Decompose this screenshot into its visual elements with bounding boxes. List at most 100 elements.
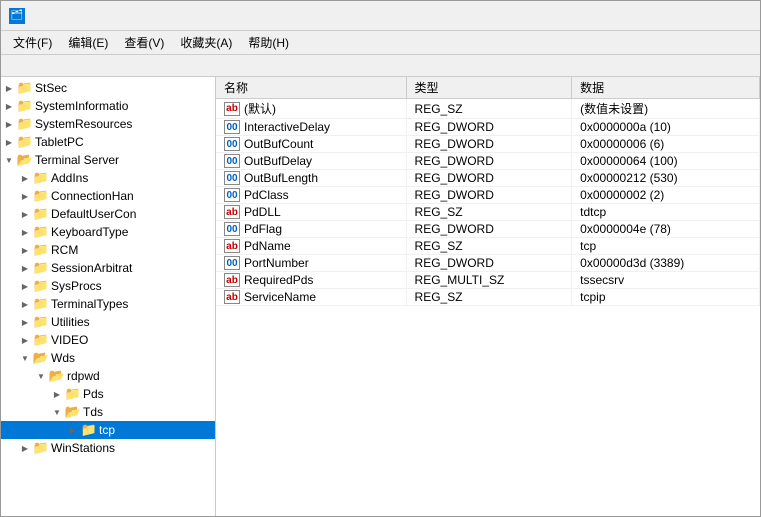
tree-toggle-wds[interactable]: ▼ <box>17 350 33 366</box>
tree-item-stsec[interactable]: ▶📁StSec <box>1 79 215 97</box>
tree-item-terminaltypes[interactable]: ▶📁TerminalTypes <box>1 295 215 313</box>
tree-label-winstations: WinStations <box>51 441 115 455</box>
tree-toggle-keyboardtype[interactable]: ▶ <box>17 224 33 240</box>
tree-item-sysprocs[interactable]: ▶📁SysProcs <box>1 277 215 295</box>
tree-item-tabletpc[interactable]: ▶📁TabletPC <box>1 133 215 151</box>
tree-item-utilities[interactable]: ▶📁Utilities <box>1 313 215 331</box>
table-row[interactable]: 00OutBufLengthREG_DWORD0x00000212 (530) <box>216 170 760 187</box>
reg-name-cell: 00OutBufDelay <box>216 153 406 170</box>
tree-toggle-utilities[interactable]: ▶ <box>17 314 33 330</box>
tree-toggle-rcm[interactable]: ▶ <box>17 242 33 258</box>
tree-item-termserver[interactable]: ▼📂Terminal Server <box>1 151 215 169</box>
tree-toggle-connhan[interactable]: ▶ <box>17 188 33 204</box>
table-row[interactable]: abPdDLLREG_SZtdtcp <box>216 204 760 221</box>
tree-item-wds[interactable]: ▼📂Wds <box>1 349 215 367</box>
ab-icon: ab <box>224 205 240 219</box>
folder-icon-rcm: 📁 <box>33 243 49 257</box>
menu-item-e[interactable]: 编辑(E) <box>60 32 116 54</box>
tree-item-tcp[interactable]: ▶📁tcp <box>1 421 215 439</box>
tree-item-sessionarb[interactable]: ▶📁SessionArbitrat <box>1 259 215 277</box>
col-header-data[interactable]: 数据 <box>572 77 760 99</box>
tree-item-winstations[interactable]: ▶📁WinStations <box>1 439 215 457</box>
tree-item-tds[interactable]: ▼📂Tds <box>1 403 215 421</box>
tree-item-keyboardtype[interactable]: ▶📁KeyboardType <box>1 223 215 241</box>
tree-toggle-addins[interactable]: ▶ <box>17 170 33 186</box>
tree-toggle-rdpwd[interactable]: ▼ <box>33 368 49 384</box>
tree-label-stsec: StSec <box>35 81 67 95</box>
minimize-button[interactable] <box>614 1 660 31</box>
tree-toggle-systeminfo[interactable]: ▶ <box>1 98 17 114</box>
window-controls <box>614 1 752 31</box>
ab-icon: ab <box>224 290 240 304</box>
table-row[interactable]: 00OutBufDelayREG_DWORD0x00000064 (100) <box>216 153 760 170</box>
registry-values-panel[interactable]: 名称 类型 数据 ab(默认)REG_SZ(数值未设置)00Interactiv… <box>216 77 760 516</box>
menu-item-h[interactable]: 帮助(H) <box>240 32 297 54</box>
registry-table: 名称 类型 数据 ab(默认)REG_SZ(数值未设置)00Interactiv… <box>216 77 760 306</box>
maximize-button[interactable] <box>660 1 706 31</box>
table-row[interactable]: abRequiredPdsREG_MULTI_SZtssecsrv <box>216 272 760 289</box>
table-row[interactable]: 00PortNumberREG_DWORD0x00000d3d (3389) <box>216 255 760 272</box>
tree-toggle-terminaltypes[interactable]: ▶ <box>17 296 33 312</box>
table-row[interactable]: abServiceNameREG_SZtcpip <box>216 289 760 306</box>
folder-icon-terminaltypes: 📁 <box>33 297 49 311</box>
registry-tree[interactable]: ▶📁StSec▶📁SystemInformatio▶📁SystemResourc… <box>1 77 216 516</box>
tree-label-sysres: SystemResources <box>35 117 132 131</box>
reg-type-cell: REG_SZ <box>406 204 572 221</box>
folder-icon-keyboardtype: 📁 <box>33 225 49 239</box>
reg-name: OutBufDelay <box>244 154 312 168</box>
tree-item-defaultuser[interactable]: ▶📁DefaultUserCon <box>1 205 215 223</box>
tree-toggle-winstations[interactable]: ▶ <box>17 440 33 456</box>
tree-item-pds[interactable]: ▶📁Pds <box>1 385 215 403</box>
menu-item-v[interactable]: 查看(V) <box>116 32 172 54</box>
ab-icon: ab <box>224 273 240 287</box>
table-row[interactable]: 00PdFlagREG_DWORD0x0000004e (78) <box>216 221 760 238</box>
tree-item-rdpwd[interactable]: ▼📂rdpwd <box>1 367 215 385</box>
menu-item-a[interactable]: 收藏夹(A) <box>172 32 240 54</box>
tree-toggle-tcp[interactable]: ▶ <box>65 422 81 438</box>
reg-data-cell: 0x0000000a (10) <box>572 119 760 136</box>
tree-toggle-video[interactable]: ▶ <box>17 332 33 348</box>
tree-item-systeminfo[interactable]: ▶📁SystemInformatio <box>1 97 215 115</box>
menu-item-f[interactable]: 文件(F) <box>5 32 60 54</box>
reg-name-cell: abRequiredPds <box>216 272 406 289</box>
tree-toggle-tabletpc[interactable]: ▶ <box>1 134 17 150</box>
tree-item-rcm[interactable]: ▶📁RCM <box>1 241 215 259</box>
tree-toggle-termserver[interactable]: ▼ <box>1 152 17 168</box>
reg-name: PdDLL <box>244 205 281 219</box>
tree-item-video[interactable]: ▶📁VIDEO <box>1 331 215 349</box>
main-content: ▶📁StSec▶📁SystemInformatio▶📁SystemResourc… <box>1 77 760 516</box>
tree-label-addins: AddIns <box>51 171 88 185</box>
tree-label-tcp: tcp <box>99 423 115 437</box>
tree-item-addins[interactable]: ▶📁AddIns <box>1 169 215 187</box>
tree-toggle-sessionarb[interactable]: ▶ <box>17 260 33 276</box>
tree-toggle-tds[interactable]: ▼ <box>49 404 65 420</box>
col-header-name[interactable]: 名称 <box>216 77 406 99</box>
tree-toggle-stsec[interactable]: ▶ <box>1 80 17 96</box>
tree-label-rdpwd: rdpwd <box>67 369 100 383</box>
reg-name-cell: ab(默认) <box>216 99 406 119</box>
tree-item-connhan[interactable]: ▶📁ConnectionHan <box>1 187 215 205</box>
table-row[interactable]: abPdNameREG_SZtcp <box>216 238 760 255</box>
tree-label-tds: Tds <box>83 405 103 419</box>
tree-toggle-pds[interactable]: ▶ <box>49 386 65 402</box>
folder-icon-tds: 📂 <box>65 405 81 419</box>
table-row[interactable]: ab(默认)REG_SZ(数值未设置) <box>216 99 760 119</box>
reg-type-cell: REG_SZ <box>406 99 572 119</box>
tree-toggle-sysres[interactable]: ▶ <box>1 116 17 132</box>
reg-name: InteractiveDelay <box>244 120 330 134</box>
tree-toggle-sysprocs[interactable]: ▶ <box>17 278 33 294</box>
tree-toggle-defaultuser[interactable]: ▶ <box>17 206 33 222</box>
table-row[interactable]: 00InteractiveDelayREG_DWORD0x0000000a (1… <box>216 119 760 136</box>
close-button[interactable] <box>706 1 752 31</box>
tree-item-sysres[interactable]: ▶📁SystemResources <box>1 115 215 133</box>
folder-icon-winstations: 📁 <box>33 441 49 455</box>
table-row[interactable]: 00PdClassREG_DWORD0x00000002 (2) <box>216 187 760 204</box>
folder-icon-sysres: 📁 <box>17 117 33 131</box>
folder-icon-connhan: 📁 <box>33 189 49 203</box>
col-header-type[interactable]: 类型 <box>406 77 572 99</box>
folder-icon-pds: 📁 <box>65 387 81 401</box>
reg-type-cell: REG_MULTI_SZ <box>406 272 572 289</box>
reg-name: PdName <box>244 239 291 253</box>
table-row[interactable]: 00OutBufCountREG_DWORD0x00000006 (6) <box>216 136 760 153</box>
reg-type-cell: REG_DWORD <box>406 153 572 170</box>
